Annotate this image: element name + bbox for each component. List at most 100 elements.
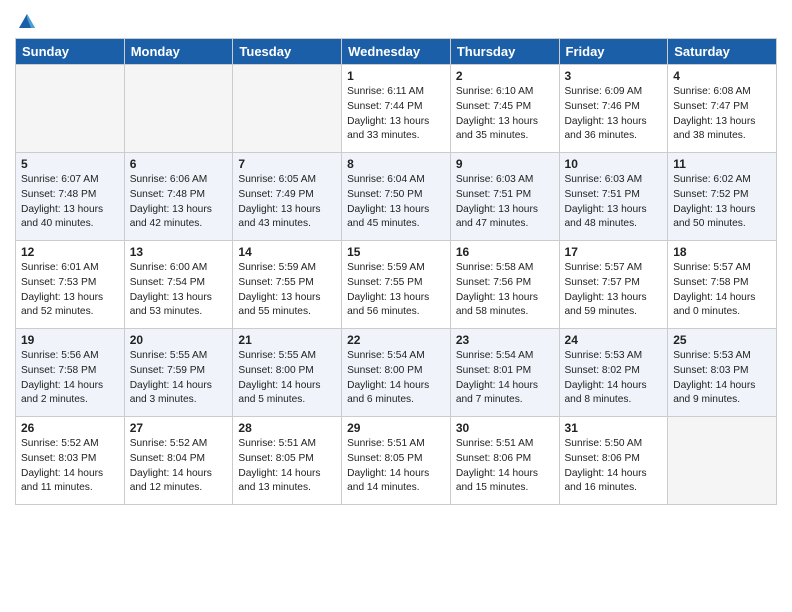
weekday-header-row: SundayMondayTuesdayWednesdayThursdayFrid… [16,39,777,65]
header [15,10,777,30]
calendar-cell: 17 Sunrise: 5:57 AM Sunset: 7:57 PM Dayli… [559,241,668,329]
weekday-header-sunday: Sunday [16,39,125,65]
day-info: Sunrise: 5:52 AM Sunset: 8:04 PM Dayligh… [130,437,228,496]
day-info: Sunrise: 6:10 AM Sunset: 7:45 PM Dayligh… [456,85,554,144]
calendar-cell: 9Sunrise: 6:03 AM Sunset: 7:51 PM Daylig… [450,153,559,241]
calendar-cell [124,65,233,153]
calendar-cell: 5 Sunrise: 6:07 AM Sunset: 7:48 PM Daylig… [16,153,125,241]
calendar-cell: 8 Sunrise: 6:04 AM Sunset: 7:50 PM Daylig… [342,153,451,241]
calendar-cell: 19 Sunrise: 5:56 AM Sunset: 7:58 PM Dayli… [16,329,125,417]
weekday-header-thursday: Thursday [450,39,559,65]
day-info: Sunrise: 5:57 AM Sunset: 7:57 PM Dayligh… [565,261,663,320]
day-info: Sunrise: 5:52 AM Sunset: 8:03 PM Dayligh… [21,437,119,496]
week-row-2: 5 Sunrise: 6:07 AM Sunset: 7:48 PM Daylig… [16,153,777,241]
day-number: 31 [565,421,663,435]
day-number: 14 [238,245,336,259]
day-number: 6 [130,157,228,171]
day-info: Sunrise: 5:57 AM Sunset: 7:58 PM Dayligh… [673,261,771,320]
calendar-cell: 16 Sunrise: 5:58 AM Sunset: 7:56 PM Dayli… [450,241,559,329]
day-info: Sunrise: 6:06 AM Sunset: 7:48 PM Dayligh… [130,173,228,232]
day-info: Sunrise: 6:03 AM Sunset: 7:51 PM Dayligh… [565,173,663,232]
day-number: 24 [565,333,663,347]
logo-icon [17,10,37,30]
calendar-cell: 7 Sunrise: 6:05 AM Sunset: 7:49 PM Daylig… [233,153,342,241]
day-info: Sunrise: 5:50 AM Sunset: 8:06 PM Dayligh… [565,437,663,496]
calendar-cell: 6 Sunrise: 6:06 AM Sunset: 7:48 PM Daylig… [124,153,233,241]
day-info: Sunrise: 6:08 AM Sunset: 7:47 PM Dayligh… [673,85,771,144]
day-number: 23 [456,333,554,347]
calendar-cell: 4 Sunrise: 6:08 AM Sunset: 7:47 PM Daylig… [668,65,777,153]
week-row-5: 26 Sunrise: 5:52 AM Sunset: 8:03 PM Dayli… [16,417,777,505]
day-info: Sunrise: 6:05 AM Sunset: 7:49 PM Dayligh… [238,173,336,232]
calendar-cell: 14 Sunrise: 5:59 AM Sunset: 7:55 PM Dayli… [233,241,342,329]
calendar-cell [233,65,342,153]
calendar-cell: 28 Sunrise: 5:51 AM Sunset: 8:05 PM Dayli… [233,417,342,505]
calendar-cell: 3 Sunrise: 6:09 AM Sunset: 7:46 PM Daylig… [559,65,668,153]
calendar-cell: 18 Sunrise: 5:57 AM Sunset: 7:58 PM Dayli… [668,241,777,329]
day-number: 4 [673,69,771,83]
calendar-cell: 30 Sunrise: 5:51 AM Sunset: 8:06 PM Dayli… [450,417,559,505]
calendar-cell: 24 Sunrise: 5:53 AM Sunset: 8:02 PM Dayli… [559,329,668,417]
day-info: Sunrise: 6:04 AM Sunset: 7:50 PM Dayligh… [347,173,445,232]
calendar-cell: 27Sunrise: 5:52 AM Sunset: 8:04 PM Dayli… [124,417,233,505]
logo [15,10,37,30]
day-number: 30 [456,421,554,435]
weekday-header-tuesday: Tuesday [233,39,342,65]
day-info: Sunrise: 5:51 AM Sunset: 8:06 PM Dayligh… [456,437,554,496]
day-number: 18 [673,245,771,259]
weekday-header-saturday: Saturday [668,39,777,65]
day-number: 17 [565,245,663,259]
day-number: 28 [238,421,336,435]
day-number: 5 [21,157,119,171]
calendar-cell: 2 Sunrise: 6:10 AM Sunset: 7:45 PM Daylig… [450,65,559,153]
day-number: 12 [21,245,119,259]
day-number: 26 [21,421,119,435]
day-info: Sunrise: 6:03 AM Sunset: 7:51 PM Dayligh… [456,173,554,232]
day-info: Sunrise: 5:51 AM Sunset: 8:05 PM Dayligh… [238,437,336,496]
day-info: Sunrise: 5:58 AM Sunset: 7:56 PM Dayligh… [456,261,554,320]
day-info: Sunrise: 5:53 AM Sunset: 8:02 PM Dayligh… [565,349,663,408]
day-info: Sunrise: 6:07 AM Sunset: 7:48 PM Dayligh… [21,173,119,232]
day-number: 8 [347,157,445,171]
calendar-cell: 23 Sunrise: 5:54 AM Sunset: 8:01 PM Dayli… [450,329,559,417]
day-number: 11 [673,157,771,171]
day-number: 22 [347,333,445,347]
calendar-cell: 15Sunrise: 5:59 AM Sunset: 7:55 PM Dayli… [342,241,451,329]
day-info: Sunrise: 6:01 AM Sunset: 7:53 PM Dayligh… [21,261,119,320]
weekday-header-monday: Monday [124,39,233,65]
calendar-cell: 26 Sunrise: 5:52 AM Sunset: 8:03 PM Dayli… [16,417,125,505]
week-row-1: 1Sunrise: 6:11 AM Sunset: 7:44 PM Daylig… [16,65,777,153]
weekday-header-friday: Friday [559,39,668,65]
day-number: 20 [130,333,228,347]
week-row-4: 19 Sunrise: 5:56 AM Sunset: 7:58 PM Dayli… [16,329,777,417]
page: SundayMondayTuesdayWednesdayThursdayFrid… [0,0,792,612]
weekday-header-wednesday: Wednesday [342,39,451,65]
calendar-cell: 11 Sunrise: 6:02 AM Sunset: 7:52 PM Dayli… [668,153,777,241]
calendar-cell: 1Sunrise: 6:11 AM Sunset: 7:44 PM Daylig… [342,65,451,153]
calendar-cell: 25Sunrise: 5:53 AM Sunset: 8:03 PM Dayli… [668,329,777,417]
day-number: 15 [347,245,445,259]
day-info: Sunrise: 5:59 AM Sunset: 7:55 PM Dayligh… [238,261,336,320]
calendar-cell: 22 Sunrise: 5:54 AM Sunset: 8:00 PM Dayli… [342,329,451,417]
day-info: Sunrise: 5:54 AM Sunset: 8:01 PM Dayligh… [456,349,554,408]
calendar-cell: 29Sunrise: 5:51 AM Sunset: 8:05 PM Dayli… [342,417,451,505]
day-number: 19 [21,333,119,347]
day-number: 25 [673,333,771,347]
week-row-3: 12 Sunrise: 6:01 AM Sunset: 7:53 PM Dayli… [16,241,777,329]
calendar-cell: 31 Sunrise: 5:50 AM Sunset: 8:06 PM Dayli… [559,417,668,505]
calendar-cell [16,65,125,153]
calendar-cell: 13Sunrise: 6:00 AM Sunset: 7:54 PM Dayli… [124,241,233,329]
calendar-cell [668,417,777,505]
day-number: 3 [565,69,663,83]
calendar-cell: 21Sunrise: 5:55 AM Sunset: 8:00 PM Dayli… [233,329,342,417]
day-number: 16 [456,245,554,259]
day-info: Sunrise: 6:09 AM Sunset: 7:46 PM Dayligh… [565,85,663,144]
day-info: Sunrise: 5:54 AM Sunset: 8:00 PM Dayligh… [347,349,445,408]
day-number: 7 [238,157,336,171]
calendar-cell: 12 Sunrise: 6:01 AM Sunset: 7:53 PM Dayli… [16,241,125,329]
calendar-cell: 20Sunrise: 5:55 AM Sunset: 7:59 PM Dayli… [124,329,233,417]
day-number: 2 [456,69,554,83]
calendar: SundayMondayTuesdayWednesdayThursdayFrid… [15,38,777,505]
day-info: Sunrise: 6:02 AM Sunset: 7:52 PM Dayligh… [673,173,771,232]
day-info: Sunrise: 5:56 AM Sunset: 7:58 PM Dayligh… [21,349,119,408]
